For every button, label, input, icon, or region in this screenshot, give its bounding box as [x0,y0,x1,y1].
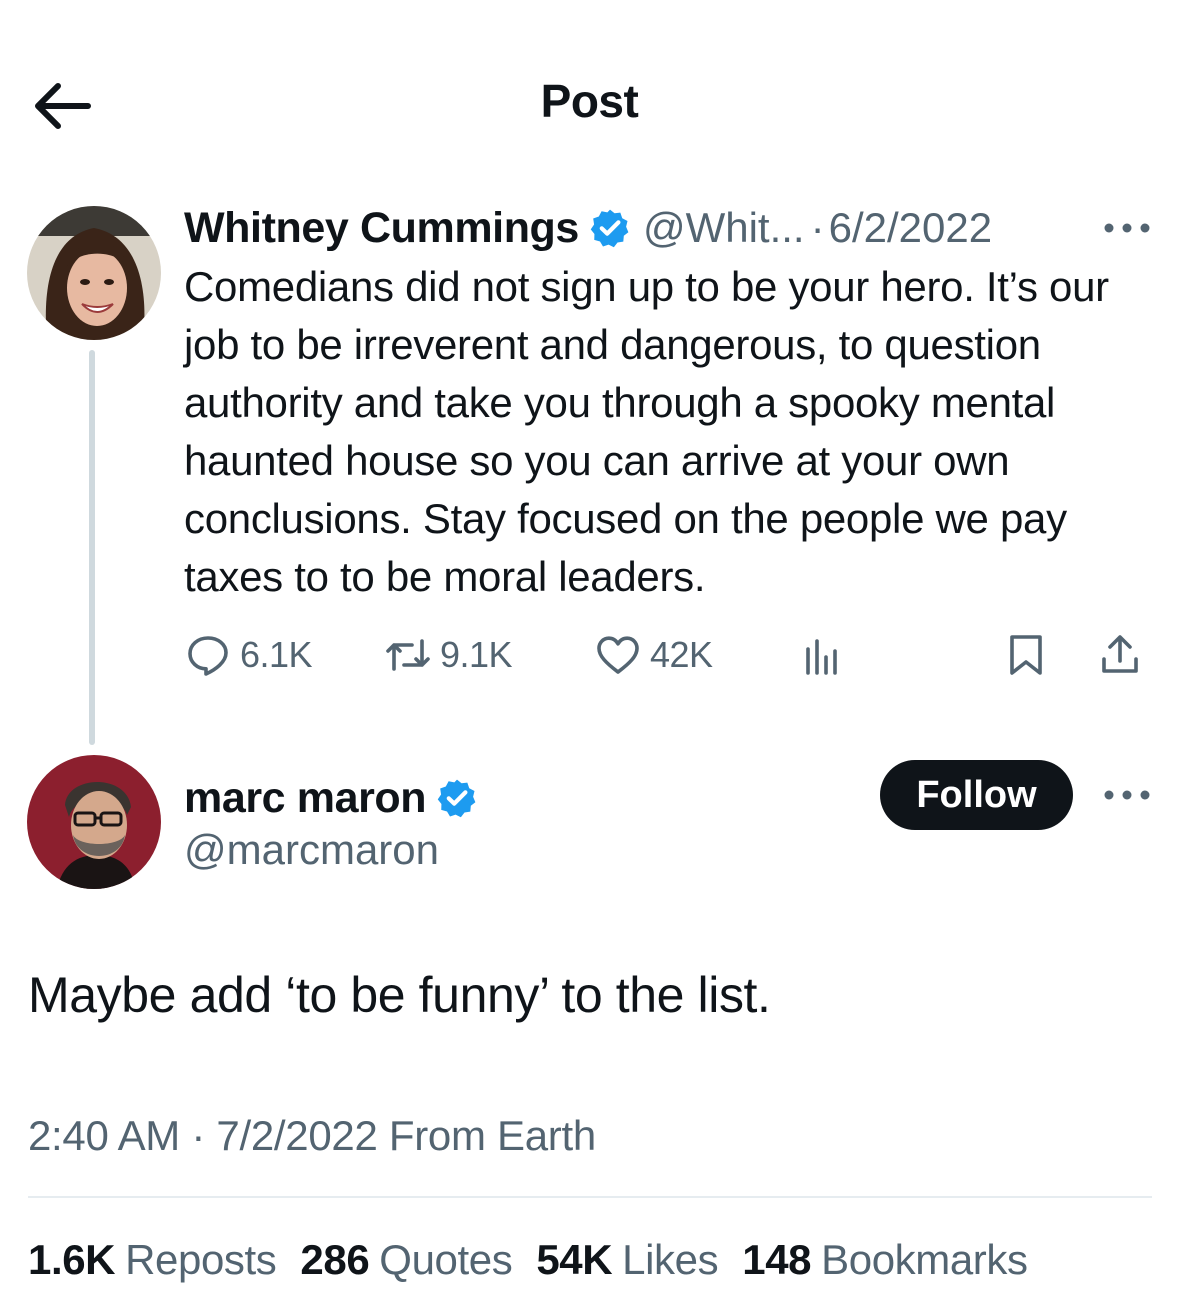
stat-value: 148 [742,1236,812,1283]
views-button[interactable] [798,625,846,685]
engagement-stats: 1.6K Reposts 286 Quotes 54K Likes 148 Bookma… [28,1232,1052,1288]
more-horizontal-icon [1104,790,1150,800]
avatar-marc[interactable] [27,755,161,889]
post-timestamp[interactable]: 2:40 AM · 7/2/2022 From Earth [28,1112,596,1160]
main-more-button[interactable] [1102,785,1152,805]
action-bar: 6.1K 9.1K 42K [184,625,1159,685]
meta-separator: · [810,204,825,251]
reply-count: 6.1K [240,634,313,675]
page-title: Post [540,75,639,127]
stat-bookmarks[interactable]: 148 Bookmarks [742,1236,1028,1284]
more-horizontal-icon [1104,223,1150,233]
stat-likes[interactable]: 54K Likes [536,1236,718,1284]
stat-value: 1.6K [28,1236,116,1283]
like-count: 42K [650,634,713,675]
repost-button[interactable]: 9.1K [384,625,513,685]
bookmark-button[interactable] [1002,625,1050,685]
stat-label: Likes [622,1236,719,1283]
verified-badge-icon [437,779,476,818]
stat-label: Reposts [125,1236,277,1283]
share-button[interactable] [1096,625,1144,685]
stat-value: 54K [536,1236,613,1283]
main-post-header: marc maron [184,768,478,828]
parent-post-text: Comedians did not sign up to be your her… [184,263,1109,600]
like-button[interactable]: 42K [594,625,713,685]
stat-value: 286 [300,1236,370,1283]
stat-quotes[interactable]: 286 Quotes [300,1236,512,1284]
post-date[interactable]: 6/2/2022 [829,204,993,252]
avatar-image [27,755,161,889]
author-name[interactable]: Whitney Cummings [184,204,579,253]
author-handle[interactable]: @Whit... [643,204,805,252]
repost-icon [386,639,430,671]
stat-label: Quotes [379,1236,513,1283]
reply-button[interactable]: 6.1K [184,625,313,685]
avatar-whitney[interactable] [27,206,161,340]
stat-reposts[interactable]: 1.6K Reposts [28,1236,277,1284]
reply-icon [188,636,228,676]
avatar-image [27,206,161,340]
author-handle[interactable]: @marcmaron [184,826,439,874]
divider [28,1196,1152,1198]
share-icon [1102,635,1138,673]
top-bar: Post [0,0,1179,200]
parent-post-header: Whitney Cummings @Whit... · 6/2/2022 [184,198,992,258]
author-name[interactable]: marc maron [184,774,427,823]
follow-button[interactable]: Follow [880,760,1073,830]
verified-badge-icon [590,209,629,248]
bookmark-icon [1010,635,1042,675]
repost-count: 9.1K [440,634,513,675]
analytics-icon [806,639,837,675]
main-post-text: Maybe add ‘to be funny’ to the list. [28,967,771,1023]
thread-line [89,350,95,745]
stat-label: Bookmarks [821,1236,1028,1283]
parent-more-button[interactable] [1102,218,1152,238]
heart-icon [597,636,639,674]
